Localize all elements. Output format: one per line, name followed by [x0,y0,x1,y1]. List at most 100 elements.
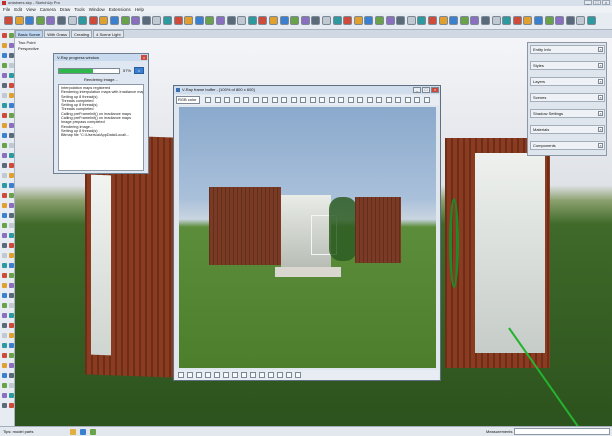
vfb-bottom-tool-icon[interactable] [178,372,184,378]
side-tool-icon[interactable] [1,43,7,48]
side-tool-icon[interactable] [1,93,7,98]
container-right-model[interactable] [445,138,550,368]
vfb-close-button[interactable]: × [431,87,439,93]
tab-basic-scene[interactable]: Basic Scene [15,30,44,38]
side-tool-icon[interactable] [8,203,14,208]
side-tool-icon[interactable] [1,163,7,168]
side-tool-icon[interactable] [8,223,14,228]
side-tool-icon[interactable] [8,403,14,408]
side-tool-icon[interactable] [8,143,14,148]
toolbar-tool-icon[interactable] [216,16,225,25]
side-tool-icon[interactable] [8,213,14,218]
panel-styles[interactable]: Styles × [530,61,605,70]
side-tool-icon[interactable] [8,333,14,338]
side-tool-icon[interactable] [1,83,7,88]
side-tool-icon[interactable] [1,403,7,408]
toolbar-tool-icon[interactable] [67,16,77,25]
side-tool-icon[interactable] [1,293,7,298]
toolbar-tool-icon[interactable] [311,16,321,25]
side-tool-icon[interactable] [1,303,7,308]
side-tool-icon[interactable] [1,373,7,378]
vfb-tool-icon[interactable] [205,97,211,103]
side-tool-icon[interactable] [1,253,7,258]
toolbar-tool-icon[interactable] [258,16,268,25]
side-tool-icon[interactable] [8,73,14,78]
toolbar-tool-icon[interactable] [247,16,257,25]
vfb-bottom-tool-icon[interactable] [196,372,202,378]
vfb-bottom-tool-icon[interactable] [286,372,292,378]
vfb-bottom-tool-icon[interactable] [259,372,265,378]
toolbar-tool-icon[interactable] [332,16,342,25]
info-icon[interactable] [70,429,76,435]
vfb-tool-icon[interactable] [224,97,230,103]
toolbar-tool-icon[interactable] [470,16,480,25]
side-tool-icon[interactable] [8,323,14,328]
side-tool-icon[interactable] [1,393,7,398]
side-tool-icon[interactable] [8,373,14,378]
toolbar-tool-icon[interactable] [205,16,215,25]
vfb-tool-icon[interactable] [214,97,221,103]
vfb-maximize-button[interactable]: □ [422,87,430,93]
side-tool-icon[interactable] [8,123,14,128]
vfb-tool-icon[interactable] [376,97,382,103]
side-tool-icon[interactable] [8,83,14,88]
side-tool-icon[interactable] [1,383,7,388]
toolbar-tool-icon[interactable] [491,16,501,25]
vfb-tool-icon[interactable] [309,97,316,103]
side-tool-icon[interactable] [1,233,7,238]
toolbar-tool-icon[interactable] [587,16,596,25]
toolbar-tool-icon[interactable] [57,16,66,25]
side-tool-icon[interactable] [8,303,14,308]
close-button[interactable]: × [602,0,610,5]
side-tool-icon[interactable] [8,53,14,58]
vfb-minimize-button[interactable]: _ [413,87,421,93]
toolbar-tool-icon[interactable] [141,16,151,25]
toolbar-tool-icon[interactable] [375,16,384,25]
side-tool-icon[interactable] [1,193,7,198]
side-tool-icon[interactable] [8,363,14,368]
toolbar-tool-icon[interactable] [184,16,194,25]
toolbar-tool-icon[interactable] [576,16,586,25]
panel-materials[interactable]: Materials × [530,125,605,134]
toolbar-tool-icon[interactable] [534,16,543,25]
toolbar-tool-icon[interactable] [523,16,533,25]
measurements-input[interactable] [514,428,610,435]
credits-icon[interactable] [90,429,96,435]
vfb-tool-icon[interactable] [252,97,259,103]
side-tool-icon[interactable] [1,273,7,278]
panel-components[interactable]: Components × [530,141,605,150]
menu-view[interactable]: View [26,6,36,13]
side-tool-icon[interactable] [1,143,7,148]
vfb-tool-icon[interactable] [395,97,401,103]
side-tool-icon[interactable] [1,123,7,128]
side-tool-icon[interactable] [8,103,14,108]
side-tool-icon[interactable] [8,233,14,238]
side-tool-icon[interactable] [1,63,7,68]
toolbar-tool-icon[interactable] [353,16,363,25]
close-icon[interactable]: × [598,127,603,132]
side-tool-icon[interactable] [1,213,7,218]
side-tool-icon[interactable] [1,53,7,58]
toolbar-tool-icon[interactable] [438,16,448,25]
side-tool-icon[interactable] [8,273,14,278]
toolbar-tool-icon[interactable] [78,16,88,25]
toolbar-tool-icon[interactable] [300,16,310,25]
side-tool-icon[interactable] [8,253,14,258]
side-tool-icon[interactable] [8,163,14,168]
toolbar-tool-icon[interactable] [226,16,236,25]
side-tool-icon[interactable] [8,243,14,248]
vfb-tool-icon[interactable] [281,97,287,103]
side-tool-icon[interactable] [8,313,14,318]
toolbar-tool-icon[interactable] [131,16,141,25]
vfb-tool-icon[interactable] [262,97,268,103]
side-tool-icon[interactable] [8,93,14,98]
toolbar-tool-icon[interactable] [4,16,13,25]
side-tool-icon[interactable] [1,323,7,328]
vfb-bottom-tool-icon[interactable] [250,372,256,378]
vfb-bottom-tool-icon[interactable] [232,372,238,378]
panel-shadow-settings[interactable]: Shadow Settings × [530,109,605,118]
toolbar-tool-icon[interactable] [152,16,162,25]
toolbar-tool-icon[interactable] [35,16,45,25]
toolbar-tool-icon[interactable] [544,16,554,25]
tab-scene-light[interactable]: 4 Scene Light [93,30,124,38]
